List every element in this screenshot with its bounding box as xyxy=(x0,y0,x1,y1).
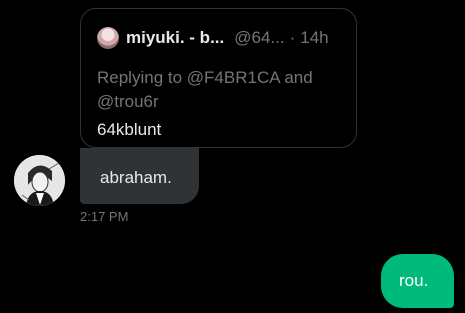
message-timestamp: 2:17 PM xyxy=(80,209,129,224)
user-avatar-icon xyxy=(97,27,119,49)
sender-avatar-illustration xyxy=(14,155,65,206)
quoted-tweet-author-name: miyuki. - b... xyxy=(126,28,225,47)
sender-avatar-icon[interactable] xyxy=(14,155,65,206)
quoted-tweet-text: 64kblunt xyxy=(97,120,162,139)
quoted-tweet-replying-to: Replying to @F4BR1CA and @trou6r xyxy=(97,68,313,111)
quoted-tweet-header: miyuki. - b... @64... · 14h xyxy=(97,27,347,49)
incoming-message-bubble[interactable]: abraham. xyxy=(80,148,199,204)
quoted-tweet-author-handle: @64... xyxy=(234,28,285,47)
quoted-tweet-separator: · xyxy=(289,28,296,47)
incoming-message-text: abraham. xyxy=(100,168,172,187)
quoted-tweet-time: 14h xyxy=(300,28,329,47)
outgoing-message-bubble[interactable]: rou. xyxy=(381,254,454,308)
outgoing-message-text: rou. xyxy=(399,271,429,290)
quoted-tweet-card[interactable]: miyuki. - b... @64... · 14h Replying to … xyxy=(80,8,357,148)
